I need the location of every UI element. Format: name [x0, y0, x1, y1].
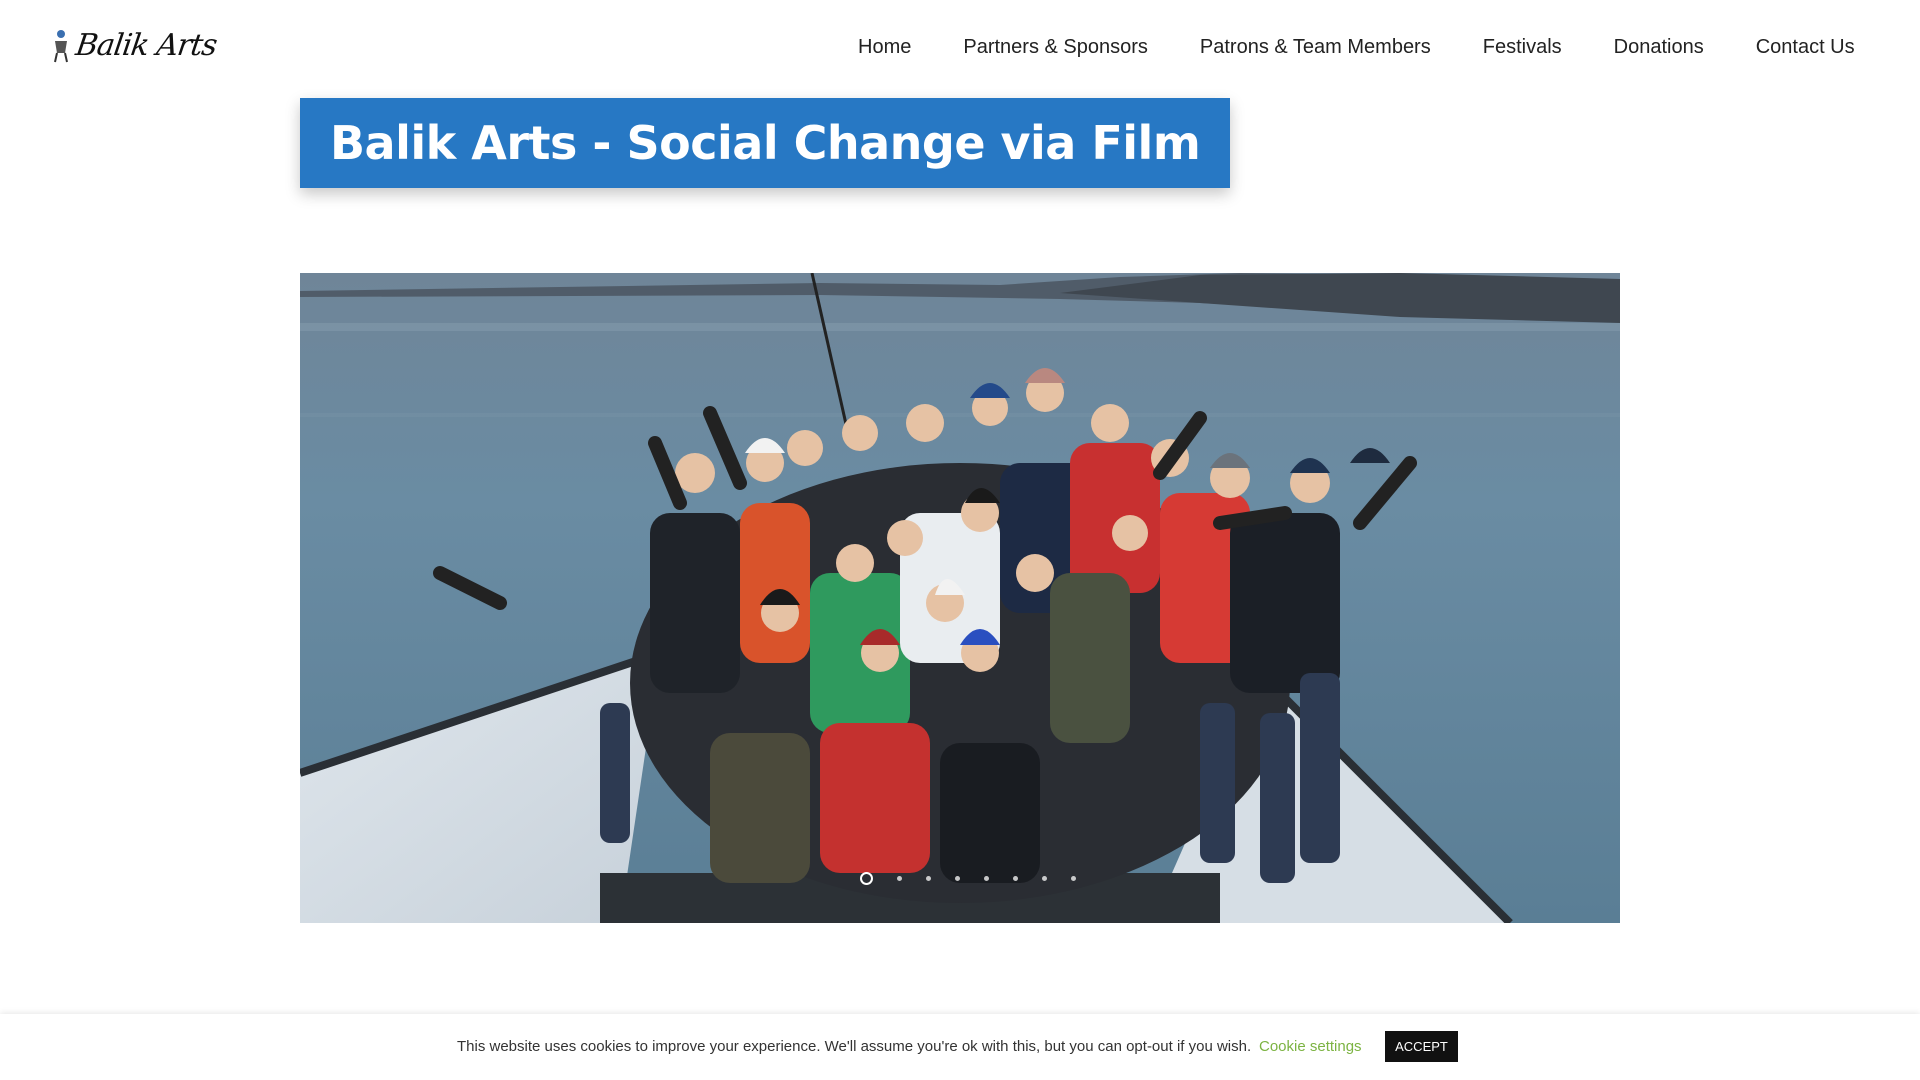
nav-item-festivals[interactable]: Festivals [1483, 36, 1562, 59]
cookie-settings-link[interactable]: Cookie settings [1259, 1038, 1362, 1055]
page-title: Balik Arts - Social Change via Film [330, 116, 1201, 170]
cookie-message: This website uses cookies to improve you… [457, 1038, 1252, 1055]
slider-pagination [848, 872, 1088, 885]
slider-dot-7[interactable] [1042, 876, 1047, 881]
main-nav: Home Partners & Sponsors Patrons & Team … [858, 36, 1855, 59]
title-banner: Balik Arts - Social Change via Film [300, 98, 1231, 188]
slider-dot-4[interactable] [955, 876, 960, 881]
logo-text: Balik Arts [73, 27, 219, 63]
slider-dot-6[interactable] [1013, 876, 1018, 881]
logo-figure-icon [54, 30, 68, 63]
slider-dot-3[interactable] [926, 876, 931, 881]
nav-item-donations[interactable]: Donations [1614, 36, 1704, 59]
slider-dot-8[interactable] [1071, 876, 1076, 881]
slide-image-group-on-boat [300, 273, 1620, 923]
nav-item-partners-sponsors[interactable]: Partners & Sponsors [963, 36, 1148, 59]
site-logo[interactable]: Balik Arts [50, 25, 219, 65]
image-slider[interactable] [300, 273, 1620, 923]
slider-dot-2[interactable] [897, 876, 902, 881]
cookie-consent-bar: This website uses cookies to improve you… [0, 1014, 1920, 1080]
nav-item-patrons-team[interactable]: Patrons & Team Members [1200, 36, 1431, 59]
site-header: Balik Arts Home Partners & Sponsors Patr… [0, 0, 1920, 96]
nav-item-contact[interactable]: Contact Us [1756, 36, 1855, 59]
slider-dot-5[interactable] [984, 876, 989, 881]
nav-item-home[interactable]: Home [858, 36, 911, 59]
cookie-accept-button[interactable]: ACCEPT [1385, 1031, 1458, 1062]
slider-dot-1[interactable] [860, 872, 873, 885]
